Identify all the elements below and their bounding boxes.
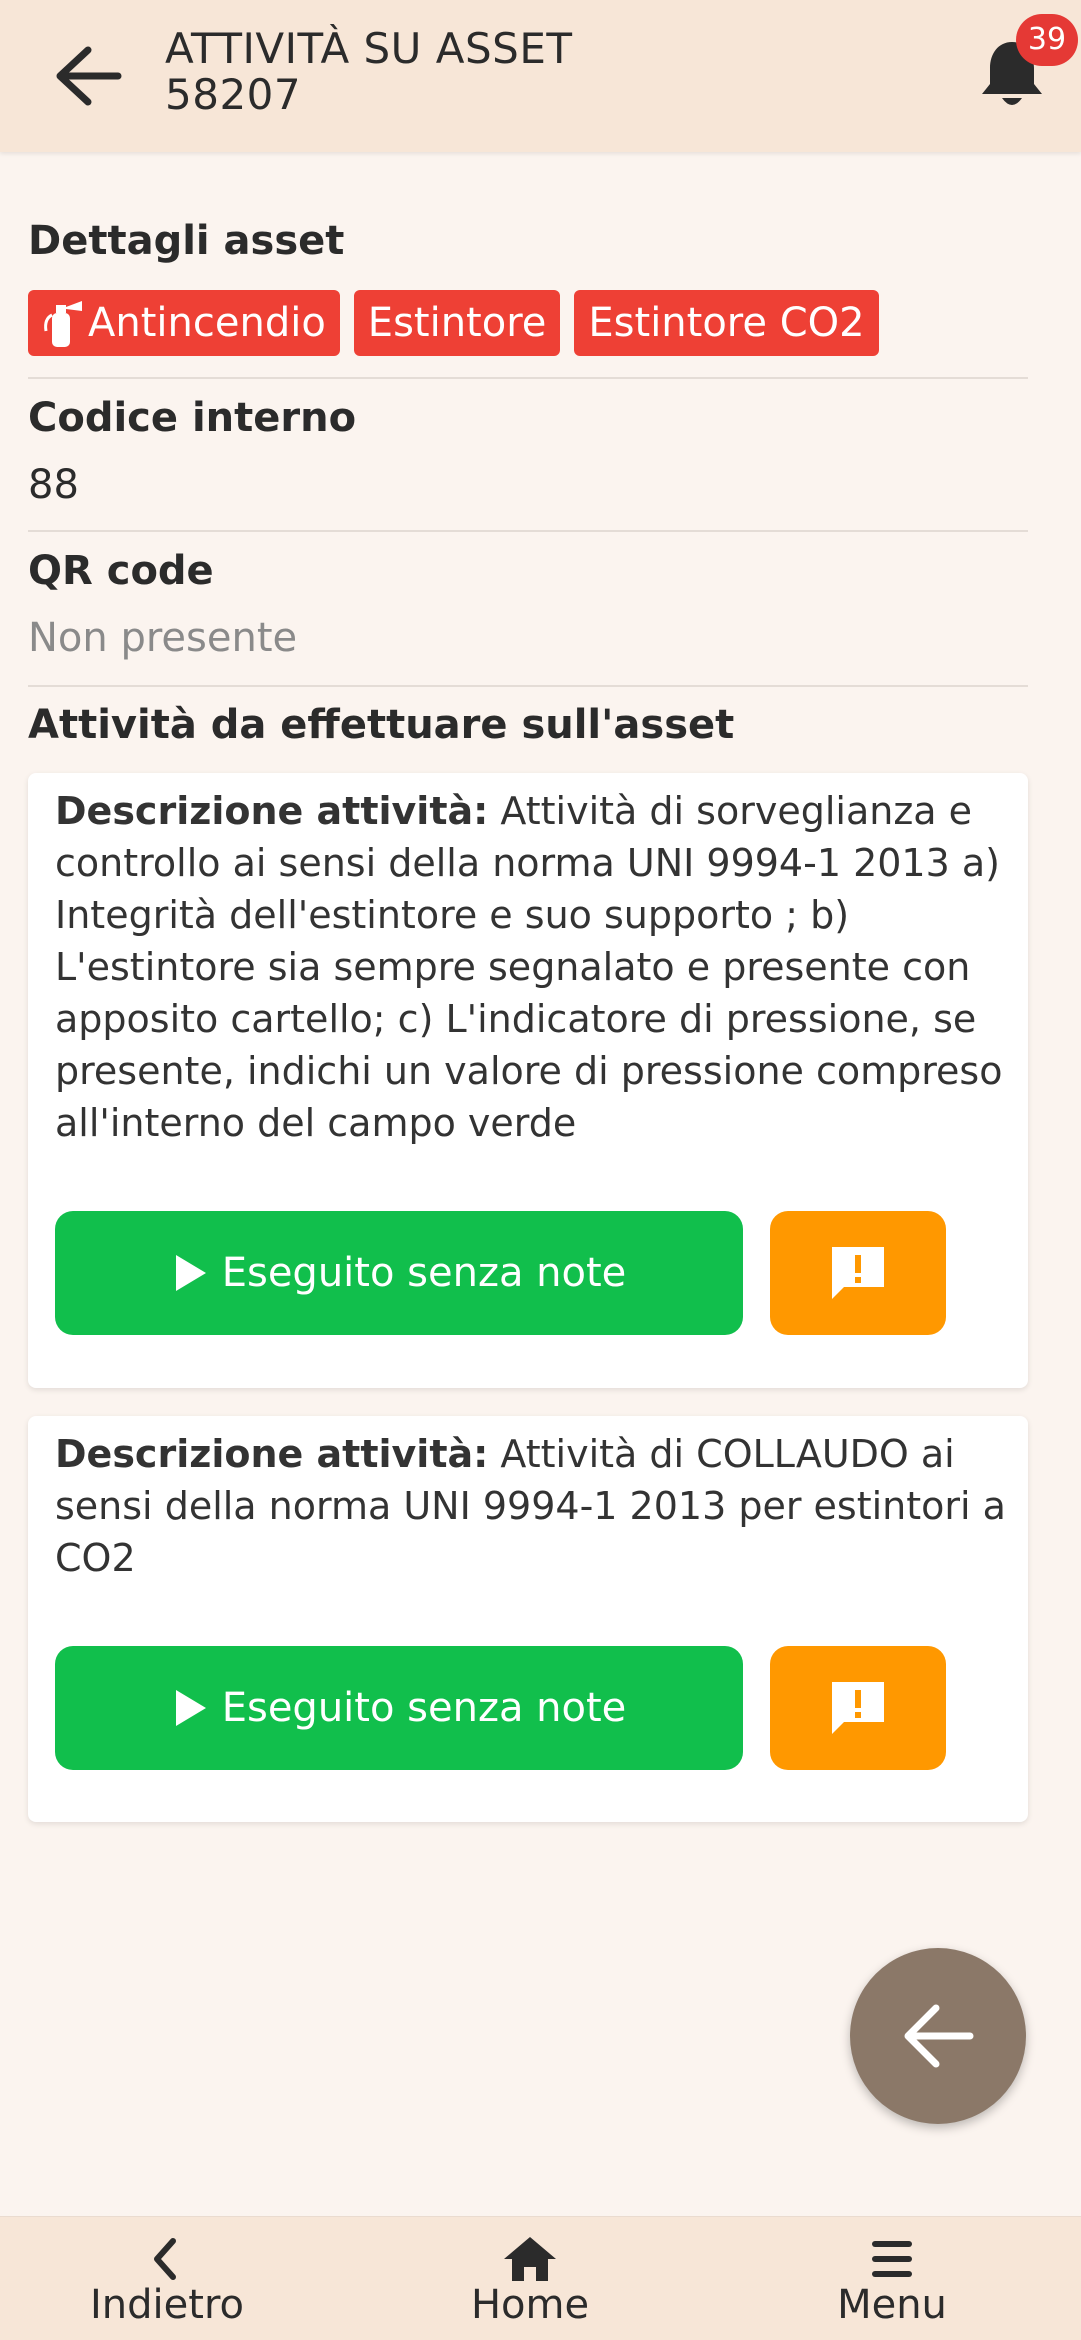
back-arrow-button[interactable] bbox=[52, 44, 124, 108]
arrow-left-icon bbox=[56, 46, 122, 106]
notification-badge: 39 bbox=[1016, 14, 1078, 66]
description-text: Attività di sorveglianza e controllo ai … bbox=[55, 789, 1003, 1145]
back-fab-button[interactable] bbox=[850, 1948, 1026, 2124]
nav-menu-label: Menu bbox=[837, 2282, 947, 2328]
done-without-notes-button[interactable]: Eseguito senza note bbox=[55, 1211, 743, 1335]
qr-code-value: Non presente bbox=[28, 615, 298, 661]
divider bbox=[28, 685, 1028, 687]
asset-details-label: Dettagli asset bbox=[28, 218, 345, 264]
comment-alert-icon bbox=[832, 1682, 884, 1734]
hamburger-menu-icon bbox=[872, 2241, 912, 2277]
done-button-label: Eseguito senza note bbox=[221, 1685, 627, 1731]
app-header: ATTIVITÀ SU ASSET 58207 39 bbox=[0, 0, 1081, 152]
tag-estintore: Estintore bbox=[353, 290, 561, 356]
done-without-notes-button[interactable]: Eseguito senza note bbox=[55, 1646, 743, 1770]
home-icon bbox=[504, 2237, 556, 2281]
nav-back[interactable]: Indietro bbox=[47, 2217, 287, 2340]
divider bbox=[28, 377, 1028, 379]
asset-tags: Antincendio Estintore Estintore CO2 bbox=[28, 290, 879, 356]
page-title: ATTIVITÀ SU ASSET 58207 bbox=[165, 26, 573, 118]
qr-code-label: QR code bbox=[28, 548, 214, 594]
activities-section-label: Attività da effettuare sull'asset bbox=[28, 702, 735, 748]
play-icon bbox=[175, 1255, 206, 1291]
tag-label: Antincendio bbox=[88, 300, 326, 346]
page-title-line1: ATTIVITÀ SU ASSET bbox=[165, 24, 573, 73]
divider bbox=[28, 530, 1028, 532]
nav-home[interactable]: Home bbox=[410, 2217, 650, 2340]
nav-home-label: Home bbox=[470, 2282, 590, 2328]
activity-card: Descrizione attività: Attività di COLLAU… bbox=[28, 1416, 1028, 1822]
activity-description: Descrizione attività: Attività di COLLAU… bbox=[55, 1428, 1015, 1584]
bottom-navigation: Indietro Home Menu bbox=[0, 2216, 1081, 2340]
add-note-button[interactable] bbox=[770, 1646, 946, 1770]
arrow-left-icon bbox=[904, 2004, 974, 2068]
description-prefix: Descrizione attività: bbox=[55, 789, 489, 833]
tag-label: Estintore bbox=[367, 300, 547, 346]
internal-code-label: Codice interno bbox=[28, 395, 357, 441]
tag-label: Estintore CO2 bbox=[588, 300, 865, 346]
comment-alert-icon bbox=[832, 1247, 884, 1299]
tag-estintore-co2: Estintore CO2 bbox=[574, 290, 879, 356]
tag-antincendio: Antincendio bbox=[28, 290, 340, 356]
activity-description: Descrizione attività: Attività di sorveg… bbox=[55, 785, 1015, 1149]
description-prefix: Descrizione attività: bbox=[55, 1432, 489, 1476]
fire-extinguisher-icon bbox=[44, 301, 82, 347]
chevron-left-icon bbox=[154, 2238, 176, 2280]
nav-menu[interactable]: Menu bbox=[772, 2217, 1012, 2340]
page-title-line2: 58207 bbox=[165, 70, 302, 119]
add-note-button[interactable] bbox=[770, 1211, 946, 1335]
play-icon bbox=[175, 1690, 206, 1726]
done-button-label: Eseguito senza note bbox=[221, 1250, 627, 1296]
internal-code-value: 88 bbox=[28, 462, 79, 508]
nav-back-label: Indietro bbox=[90, 2282, 244, 2328]
activity-card: Descrizione attività: Attività di sorveg… bbox=[28, 773, 1028, 1388]
